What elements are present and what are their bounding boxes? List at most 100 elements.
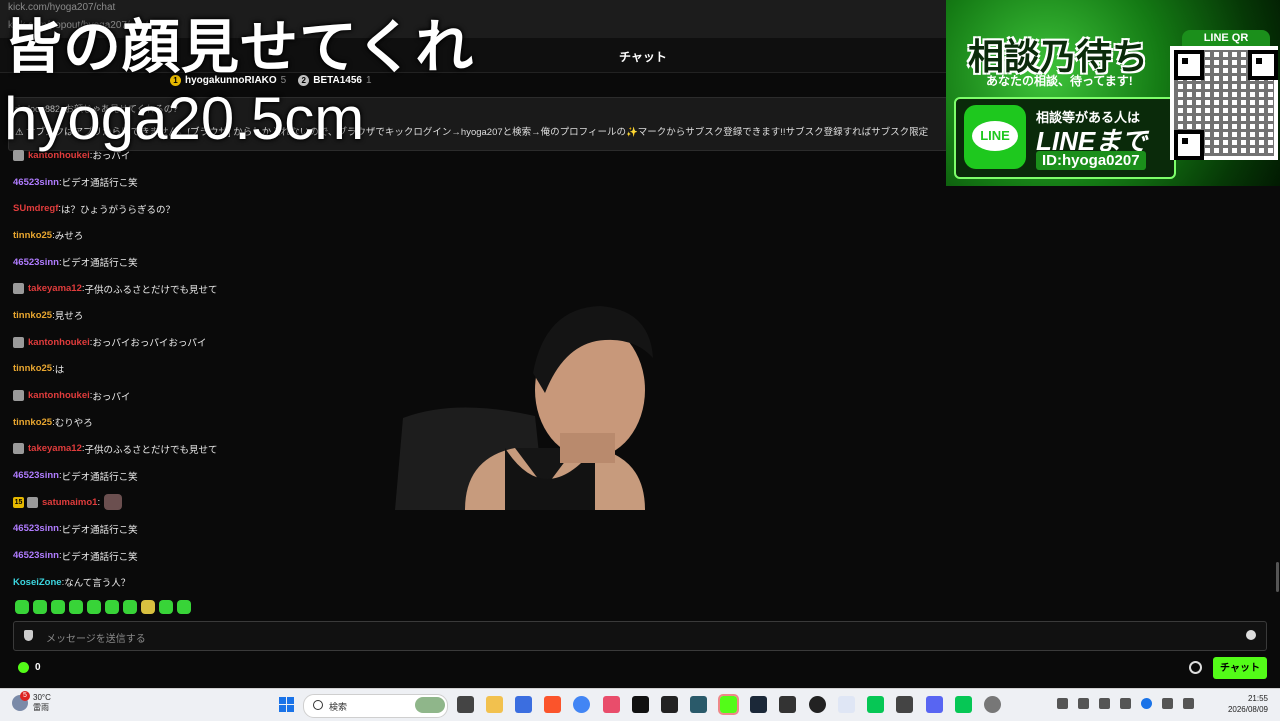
discord-icon[interactable] [926,696,943,713]
app-icon[interactable] [779,696,796,713]
chat-text: なんて言う人？ [64,578,131,590]
kick-icon[interactable] [718,694,739,715]
chat-username[interactable]: 46523sinn [13,470,59,481]
chat-text: ビデオ通話行こ笑 [61,178,138,190]
chat-message[interactable]: 46523sinn: ビデオ通話行こ笑 [13,249,573,276]
emote-icon[interactable] [141,600,155,614]
chat-message[interactable]: 46523sinn: ビデオ通話行こ笑 [13,516,573,543]
search-icon [313,700,323,710]
app-icon[interactable] [838,696,855,713]
line-icon[interactable] [955,696,972,713]
system-tray [1057,698,1194,709]
chat-username[interactable]: kantonhoukei [28,390,90,401]
chat-text: ビデオ通話行こ笑 [61,551,138,563]
emote-icon [104,494,123,511]
weather-icon: 5 [12,691,30,711]
emote-icon[interactable] [177,600,191,614]
line-id: ID:hyoga0207 [1036,151,1146,170]
chat-username[interactable]: kantonhoukei [28,337,90,348]
user-badge-icon [27,496,38,508]
mic-icon[interactable] [1099,698,1110,709]
channel-points[interactable]: 0 [18,662,41,673]
emoji-icon[interactable] [1246,630,1256,640]
chat-username[interactable]: SUmdregf [13,203,58,214]
gear-icon[interactable] [1189,661,1202,674]
chat-message[interactable]: KoseiZone: なんて言う人？ [13,569,573,596]
user-badge-icon [13,283,24,295]
onedrive-icon[interactable] [1141,698,1152,709]
chat-text: ビデオ通話行こ笑 [61,471,138,483]
chat-text: むりやろ [54,418,93,430]
app-icon[interactable] [603,696,620,713]
emote-icon[interactable] [51,600,65,614]
weather-widget[interactable]: 5 30°C 雷雨 [12,691,51,713]
chat-text: ビデオ通話行こ笑 [61,524,138,536]
chat-title: チャット [619,50,667,64]
file-explorer-icon[interactable] [486,696,503,713]
chat-text: おっパイ [92,391,131,403]
points-icon [18,662,29,673]
chat-message[interactable]: 46523sinn: ビデオ通話行こ笑 [13,542,573,569]
chat-username[interactable]: KoseiZone [13,577,62,588]
line-icon[interactable] [867,696,884,713]
chat-message[interactable]: 46523sinn: ビデオ通話行こ笑 [13,169,573,196]
chat-username[interactable]: tinnko25 [13,417,52,428]
shield-icon[interactable] [24,630,33,641]
app-icon[interactable] [896,696,913,713]
chat-username[interactable]: takeyama12 [28,283,82,294]
taskbar-search[interactable]: 検索 [303,694,448,718]
emote-icon[interactable] [123,600,137,614]
chat-username[interactable]: 46523sinn [13,550,59,561]
emote-icon[interactable] [105,600,119,614]
taskbar-clock[interactable]: 21:55 2026/08/09 [1228,693,1268,715]
scrollbar[interactable] [1276,562,1279,592]
chat-username[interactable]: satumaimo1 [42,497,97,508]
send-chat-button[interactable]: チャット [1213,657,1267,679]
chat-message-input[interactable]: メッセージを送信する [13,621,1267,651]
chat-text: 子供のふるさとだけでも見せて [84,284,218,296]
chat-text: は？ひょうがうらぎるの？ [61,204,176,216]
banner-tagline: あなたの相談、待ってます! [986,74,1133,88]
emote-icon[interactable] [159,600,173,614]
brave-icon[interactable] [544,696,561,713]
tiktok-icon[interactable] [632,696,649,713]
weather-desc: 雷雨 [33,703,49,712]
chat-text: 見せろ [54,311,84,323]
chat-username[interactable]: 46523sinn [13,257,59,268]
line-contact-box: LINE 相談等がある人は LINEまで ID:hyoga0207 [954,97,1176,179]
obs-icon[interactable] [809,696,826,713]
display-icon[interactable] [1162,698,1173,709]
chat-username[interactable]: tinnko25 [13,230,52,241]
settings-app-icon[interactable] [984,696,1001,713]
windows-taskbar: 5 30°C 雷雨 検索 21:55 2026/08/09 [0,688,1280,721]
chat-username[interactable]: 46523sinn [13,523,59,534]
chat-username[interactable]: 46523sinn [13,177,59,188]
emote-icon[interactable] [33,600,47,614]
subscriber-badge-icon: 15 [13,496,24,508]
app-icon[interactable] [515,696,532,713]
chat-message[interactable]: SUmdregf: は？ひょうがうらぎるの？ [13,195,573,222]
steam-icon[interactable] [750,696,767,713]
chat-username[interactable]: takeyama12 [28,443,82,454]
user-badge-icon [13,443,24,455]
chevron-up-icon[interactable] [1057,698,1068,709]
emote-icon[interactable] [87,600,101,614]
app-icon[interactable] [690,696,707,713]
emote-icon[interactable] [69,600,83,614]
close-icon[interactable] [1120,698,1131,709]
windows-start-icon[interactable] [279,697,294,712]
emote-icon[interactable] [15,600,29,614]
app-icon[interactable] [661,696,678,713]
volume-icon[interactable] [1183,698,1194,709]
search-placeholder: 検索 [329,702,348,712]
emote-quick-bar [15,600,191,614]
network-icon[interactable] [1078,698,1089,709]
chat-message[interactable]: tinnko25: みせろ [13,222,573,249]
chat-text: ビデオ通話行こ笑 [61,258,138,270]
chat-username[interactable]: tinnko25 [13,363,52,374]
chat-text: おっパイおっパイおっパイ [92,338,207,350]
task-view-icon[interactable] [457,696,474,713]
chat-text: は [54,364,65,376]
chrome-icon[interactable] [573,696,590,713]
chat-username[interactable]: tinnko25 [13,310,52,321]
